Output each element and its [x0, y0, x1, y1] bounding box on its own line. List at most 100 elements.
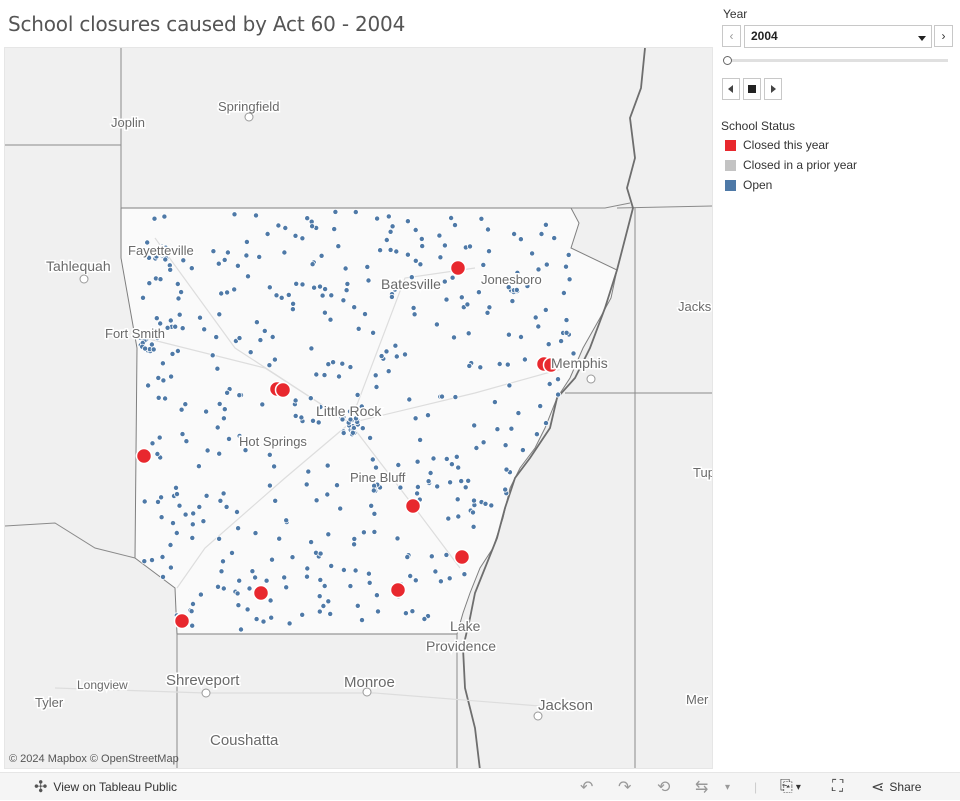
school-marker-open[interactable]: [417, 261, 424, 268]
school-marker-open[interactable]: [313, 371, 320, 378]
school-marker-open[interactable]: [231, 286, 238, 293]
school-marker-open[interactable]: [289, 306, 296, 313]
school-marker-open[interactable]: [513, 286, 520, 293]
school-marker-open[interactable]: [438, 393, 445, 400]
school-marker-open[interactable]: [484, 226, 491, 233]
school-marker-open[interactable]: [471, 422, 478, 429]
school-marker-open[interactable]: [558, 338, 565, 345]
school-marker-open[interactable]: [182, 511, 189, 518]
school-marker-open[interactable]: [485, 248, 492, 255]
school-marker-open[interactable]: [268, 556, 275, 563]
school-marker-open[interactable]: [449, 274, 456, 281]
school-marker-open[interactable]: [351, 541, 358, 548]
school-marker-open[interactable]: [243, 252, 250, 259]
school-marker-open[interactable]: [220, 585, 227, 592]
school-marker-open[interactable]: [263, 577, 270, 584]
school-marker-open[interactable]: [247, 349, 254, 356]
school-marker-open[interactable]: [215, 260, 222, 267]
school-marker-open[interactable]: [173, 529, 180, 536]
school-marker-open[interactable]: [404, 251, 411, 258]
year-slider-track[interactable]: [726, 59, 948, 62]
school-marker-open[interactable]: [412, 226, 419, 233]
school-marker-open[interactable]: [480, 261, 487, 268]
school-marker-open[interactable]: [453, 453, 460, 460]
school-marker-open[interactable]: [169, 350, 176, 357]
school-marker-open[interactable]: [412, 257, 419, 264]
school-marker-open[interactable]: [462, 484, 469, 491]
school-marker-open[interactable]: [259, 401, 266, 408]
school-marker-open[interactable]: [461, 571, 468, 578]
school-marker-open[interactable]: [237, 626, 244, 633]
school-marker-open[interactable]: [178, 406, 185, 413]
school-marker-open[interactable]: [519, 447, 526, 454]
school-marker-open[interactable]: [484, 309, 491, 316]
school-marker-open[interactable]: [371, 510, 378, 517]
map-canvas[interactable]: Springfield Joplin Tahlequah Fayetteville Ba…: [5, 48, 713, 769]
school-marker-open[interactable]: [410, 304, 417, 311]
school-marker-open[interactable]: [252, 574, 259, 581]
school-marker-open[interactable]: [412, 577, 419, 584]
school-marker-open[interactable]: [234, 590, 241, 597]
school-marker-open[interactable]: [235, 602, 242, 609]
school-marker-open[interactable]: [502, 442, 509, 449]
school-marker-open[interactable]: [491, 399, 498, 406]
school-marker-open[interactable]: [482, 500, 489, 507]
school-marker-open[interactable]: [419, 243, 426, 250]
school-marker-open[interactable]: [486, 304, 493, 311]
school-marker-open[interactable]: [172, 323, 179, 330]
school-marker-open[interactable]: [347, 364, 354, 371]
school-marker-open[interactable]: [443, 455, 450, 462]
school-marker-open[interactable]: [141, 558, 148, 565]
school-marker-open[interactable]: [299, 281, 306, 288]
year-slider-thumb[interactable]: [723, 56, 732, 65]
map[interactable]: Springfield Joplin Tahlequah Fayetteville Ba…: [4, 47, 713, 769]
school-marker-open[interactable]: [374, 215, 381, 222]
school-marker-open[interactable]: [538, 230, 545, 237]
school-marker-open[interactable]: [189, 521, 196, 528]
school-marker-open[interactable]: [276, 535, 283, 542]
school-marker-open[interactable]: [458, 294, 465, 301]
school-marker-open[interactable]: [335, 243, 342, 250]
school-marker-open[interactable]: [176, 502, 183, 509]
school-marker-open[interactable]: [565, 251, 572, 258]
school-marker-open[interactable]: [197, 591, 204, 598]
school-marker-open[interactable]: [158, 494, 165, 501]
school-marker-open[interactable]: [224, 289, 231, 296]
school-marker-open[interactable]: [355, 325, 362, 332]
stop-button[interactable]: [743, 78, 761, 100]
school-marker-open[interactable]: [150, 346, 157, 353]
school-marker-open[interactable]: [264, 230, 271, 237]
school-marker-open[interactable]: [521, 356, 528, 363]
school-marker-open[interactable]: [340, 297, 347, 304]
school-marker-open[interactable]: [502, 486, 509, 493]
school-marker-open[interactable]: [358, 617, 365, 624]
school-marker-open[interactable]: [478, 215, 485, 222]
year-next-button[interactable]: ›: [934, 25, 953, 47]
school-marker-open[interactable]: [364, 263, 371, 270]
school-marker-open[interactable]: [159, 553, 166, 560]
school-marker-open[interactable]: [361, 311, 368, 318]
school-marker-open[interactable]: [249, 568, 256, 575]
school-marker-open[interactable]: [466, 243, 473, 250]
revert-button[interactable]: ⟲: [657, 773, 670, 801]
school-marker-open[interactable]: [218, 568, 225, 575]
school-marker-open[interactable]: [330, 359, 337, 366]
school-marker-open[interactable]: [414, 483, 421, 490]
school-marker-open[interactable]: [328, 292, 335, 299]
school-marker-open[interactable]: [315, 419, 322, 426]
school-marker-open[interactable]: [308, 345, 315, 352]
school-marker-open[interactable]: [518, 333, 525, 340]
school-marker-open[interactable]: [454, 496, 461, 503]
fullscreen-button[interactable]: ⛶: [832, 773, 843, 801]
school-marker-open[interactable]: [373, 592, 380, 599]
school-marker-open[interactable]: [304, 565, 311, 572]
school-marker-open[interactable]: [378, 353, 385, 360]
school-marker-open[interactable]: [267, 597, 274, 604]
school-marker-open[interactable]: [233, 508, 240, 515]
school-marker-open[interactable]: [217, 497, 224, 504]
school-marker-open[interactable]: [515, 410, 522, 417]
school-marker-open[interactable]: [308, 539, 315, 546]
school-marker-open[interactable]: [243, 238, 250, 245]
school-marker-open[interactable]: [158, 514, 165, 521]
school-marker-closed-this-year[interactable]: [449, 259, 467, 277]
